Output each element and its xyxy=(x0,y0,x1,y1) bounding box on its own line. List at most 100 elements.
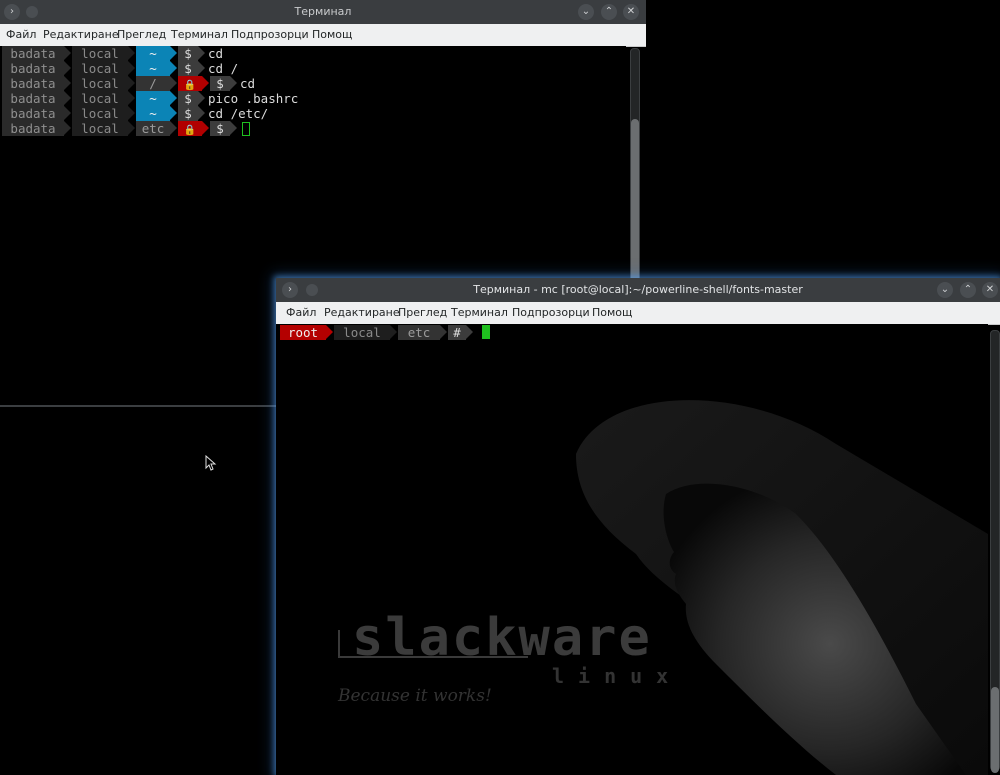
minimize-button[interactable]: ⌄ xyxy=(937,282,953,298)
menu-tabs[interactable]: Подпрозорци xyxy=(512,302,590,324)
prompt-host: local xyxy=(72,106,128,121)
prompt-line: badata local ~ $ pico .bashrc xyxy=(2,91,622,106)
segment-separator xyxy=(170,121,177,135)
title-bar[interactable]: › Терминал ⌄ ⌃ ✕ xyxy=(0,0,646,24)
minimize-button[interactable]: ⌄ xyxy=(578,4,594,20)
title-bar[interactable]: › Терминал - mc [root@local]:~/powerline… xyxy=(276,278,1000,302)
segment-separator xyxy=(128,46,135,60)
prompt-lock-segment: 🔒 xyxy=(178,121,202,136)
terminal-window-mc: › Терминал - mc [root@local]:~/powerline… xyxy=(276,278,1000,775)
prompt-path: etc xyxy=(136,121,170,136)
segment-separator xyxy=(128,106,135,120)
prompt-line: badata local ~ $ cd xyxy=(2,46,622,61)
wallpaper-bracket xyxy=(338,630,340,658)
command-text: cd xyxy=(208,46,224,61)
segment-separator xyxy=(170,76,177,90)
close-icon: ✕ xyxy=(985,284,995,295)
text-cursor xyxy=(242,122,250,136)
segment-separator xyxy=(198,61,205,75)
scrollbar-thumb[interactable] xyxy=(991,687,999,773)
command-text: pico .bashrc xyxy=(208,91,299,106)
wallpaper-sub: linux xyxy=(552,664,683,688)
segment-separator xyxy=(230,76,237,90)
chevron-up-icon: ⌃ xyxy=(963,284,973,295)
prompt-symbol: $ xyxy=(178,46,198,61)
pointer-arrow-icon xyxy=(205,455,217,471)
menu-help[interactable]: Помощ xyxy=(592,302,632,324)
command-text: cd xyxy=(240,76,256,91)
prompt-lock-segment: 🔒 xyxy=(178,76,202,91)
segment-separator xyxy=(202,121,209,135)
menu-help[interactable]: Помощ xyxy=(312,24,352,46)
segment-separator xyxy=(64,106,71,120)
prompt-path: / xyxy=(136,76,170,91)
segment-separator xyxy=(64,61,71,75)
window-title: Терминал - mc [root@local]:~/powerline-s… xyxy=(473,283,803,296)
prompt-user: badata xyxy=(2,61,64,76)
menu-view[interactable]: Преглед xyxy=(117,24,166,46)
menu-edit[interactable]: Редактиране xyxy=(43,24,119,46)
menu-edit[interactable]: Редактиране xyxy=(324,302,400,324)
prompt-user: root xyxy=(280,325,326,340)
close-button[interactable]: ✕ xyxy=(982,282,998,298)
segment-separator xyxy=(64,91,71,105)
maximize-button[interactable]: ⌃ xyxy=(601,4,617,20)
segment-separator xyxy=(198,91,205,105)
close-button[interactable]: ✕ xyxy=(623,4,639,20)
segment-separator xyxy=(128,76,135,90)
wallpaper-brand: slackware xyxy=(352,608,652,668)
segment-separator xyxy=(170,46,177,60)
prompt-path: ~ xyxy=(136,46,170,61)
segment-separator xyxy=(202,76,209,90)
chevron-up-icon: ⌃ xyxy=(604,6,614,17)
prompt-host: local xyxy=(72,76,128,91)
menu-tabs[interactable]: Подпрозорци xyxy=(231,24,309,46)
wallpaper-image xyxy=(576,400,988,775)
prompt-line: badata local ~ $ cd /etc/ xyxy=(2,106,622,121)
prompt-symbol: $ xyxy=(178,91,198,106)
prompt-symbol: $ xyxy=(178,61,198,76)
close-icon: ✕ xyxy=(626,6,636,17)
prompt-line: badata local etc 🔒 $ xyxy=(2,121,622,136)
menu-view[interactable]: Преглед xyxy=(398,302,447,324)
scrollbar[interactable] xyxy=(990,330,1000,773)
chevron-down-icon: ⌄ xyxy=(940,284,950,295)
segment-separator xyxy=(170,91,177,105)
segment-separator xyxy=(128,91,135,105)
wallpaper-underline xyxy=(338,656,528,658)
prompt-line: root local etc # xyxy=(280,325,580,340)
prompt-host: local xyxy=(72,91,128,106)
chevron-down-icon: ⌄ xyxy=(581,6,591,17)
segment-separator xyxy=(230,121,237,135)
maximize-button[interactable]: ⌃ xyxy=(960,282,976,298)
segment-separator xyxy=(198,46,205,60)
prompt-user: badata xyxy=(2,91,64,106)
segment-separator xyxy=(198,106,205,120)
padlock-icon: 🔒 xyxy=(183,80,197,91)
prompt-user: badata xyxy=(2,46,64,61)
terminal-area[interactable]: slackware linux Because it works! root lo… xyxy=(276,324,988,775)
menu-file[interactable]: Файл xyxy=(286,302,316,324)
prompt-user: badata xyxy=(2,76,64,91)
segment-separator xyxy=(326,325,333,339)
segment-separator xyxy=(170,61,177,75)
prompt-line: badata local ~ $ cd / xyxy=(2,61,622,76)
menu-terminal[interactable]: Терминал xyxy=(451,302,508,324)
prompt-symbol: $ xyxy=(210,76,230,91)
prompt-host: local xyxy=(72,46,128,61)
window-title: Терминал xyxy=(294,5,352,18)
prompt-symbol: $ xyxy=(210,121,230,136)
segment-separator xyxy=(64,121,71,135)
prompt-host: local xyxy=(72,61,128,76)
menu-bar: Файл Редактиране Преглед Терминал Подпро… xyxy=(0,24,646,47)
segment-separator xyxy=(440,325,447,339)
prompt-path: ~ xyxy=(136,106,170,121)
prompt-symbol: # xyxy=(448,325,466,340)
prompt-path: etc xyxy=(398,325,440,340)
segment-separator xyxy=(170,106,177,120)
menu-terminal[interactable]: Терминал xyxy=(171,24,228,46)
command-text: cd /etc/ xyxy=(208,106,269,121)
segment-separator xyxy=(128,61,135,75)
wallpaper-tagline: Because it works! xyxy=(338,686,492,706)
menu-file[interactable]: Файл xyxy=(6,24,36,46)
